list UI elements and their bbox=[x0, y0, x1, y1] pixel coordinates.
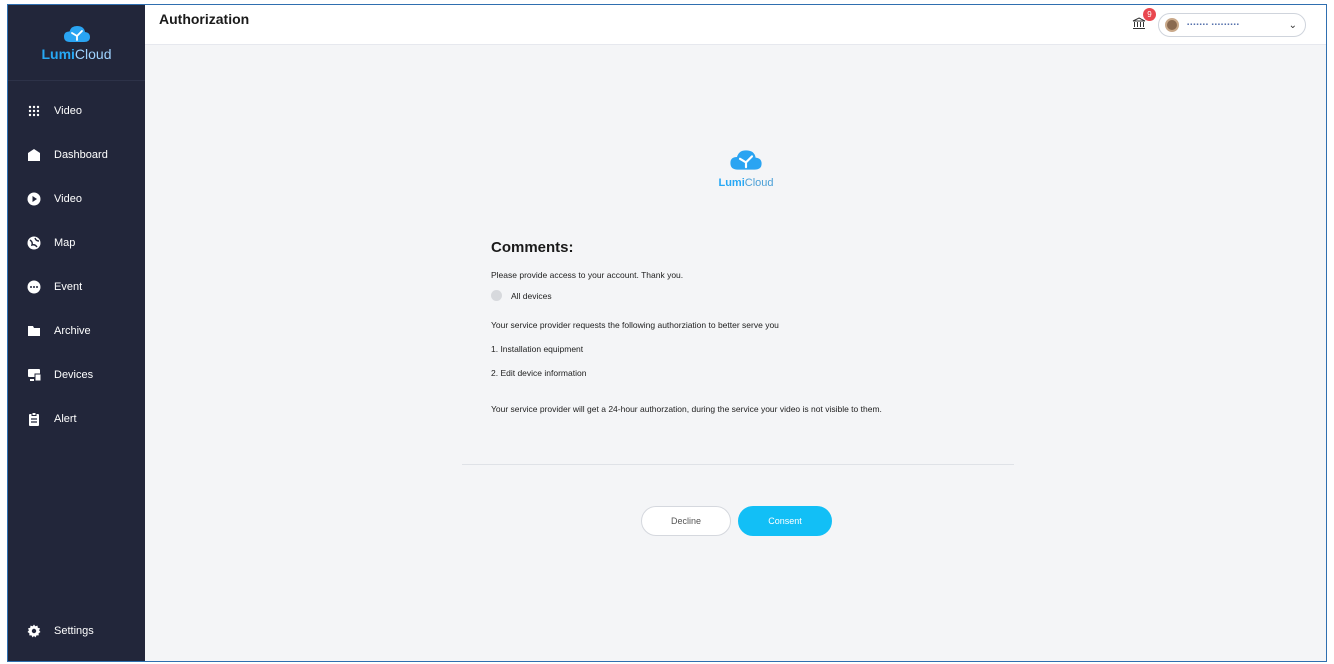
sidebar-item-settings[interactable]: Settings bbox=[8, 609, 145, 653]
sidebar-item-label: Event bbox=[54, 281, 83, 293]
all-devices-radio[interactable] bbox=[491, 290, 502, 301]
sidebar-item-event[interactable]: Event bbox=[8, 265, 145, 309]
brand-name: LumiCloud bbox=[41, 45, 112, 62]
folder-icon bbox=[26, 323, 42, 339]
cloud-logo-icon bbox=[63, 25, 90, 42]
sidebar-item-video-grid[interactable]: Video bbox=[8, 89, 145, 133]
permission-item: 1. Installation equipment bbox=[491, 344, 584, 354]
permission-item: 2. Edit device information bbox=[491, 368, 587, 378]
app-window: LumiCloud Video Dashboard Video Map Even… bbox=[7, 4, 1327, 662]
bank-icon bbox=[1132, 17, 1146, 29]
sidebar-item-label: Archive bbox=[54, 325, 91, 337]
comments-title: Comments: bbox=[491, 239, 574, 256]
consent-button[interactable]: Consent bbox=[738, 506, 832, 536]
sidebar-item-label: Devices bbox=[54, 369, 94, 381]
request-text: Please provide access to your account. T… bbox=[491, 270, 684, 280]
user-menu[interactable]: ▪▪▪▪▪▪▪ ▪▪▪▪▪▪▪▪▪ ⌄ bbox=[1158, 13, 1306, 37]
page-title: Authorization bbox=[159, 11, 250, 27]
brand-name: LumiCloud bbox=[718, 177, 774, 189]
sidebar-bottom: Settings bbox=[8, 609, 145, 653]
gear-icon bbox=[26, 623, 42, 639]
decline-button[interactable]: Decline bbox=[641, 506, 731, 536]
divider bbox=[462, 464, 1014, 465]
notification-button[interactable]: 9 bbox=[1132, 8, 1156, 35]
notification-badge: 9 bbox=[1143, 8, 1156, 21]
sidebar-item-label: Map bbox=[54, 237, 76, 249]
all-devices-label: All devices bbox=[511, 290, 552, 301]
play-icon bbox=[26, 191, 42, 207]
sidebar-item-map[interactable]: Map bbox=[8, 221, 145, 265]
sidebar-item-dashboard[interactable]: Dashboard bbox=[8, 133, 145, 177]
sidebar-item-video[interactable]: Video bbox=[8, 177, 145, 221]
clipboard-icon bbox=[26, 411, 42, 427]
user-name: ▪▪▪▪▪▪▪ ▪▪▪▪▪▪▪▪▪ bbox=[1187, 22, 1240, 28]
provider-request-text: Your service provider requests the follo… bbox=[491, 320, 779, 330]
main-content: LumiCloud Comments: Please provide acces… bbox=[145, 46, 1326, 661]
cloud-logo-icon bbox=[730, 150, 762, 170]
sidebar-item-label: Alert bbox=[54, 413, 77, 425]
sidebar: LumiCloud Video Dashboard Video Map Even… bbox=[8, 5, 145, 661]
sidebar-item-devices[interactable]: Devices bbox=[8, 353, 145, 397]
devices-icon bbox=[26, 367, 42, 383]
grid-icon bbox=[26, 103, 42, 119]
map-icon bbox=[26, 235, 42, 251]
devices-option: All devices bbox=[491, 290, 1051, 301]
authorization-details: Comments: Please provide access to your … bbox=[491, 239, 1051, 428]
sidebar-item-label: Video bbox=[54, 193, 82, 205]
sidebar-item-archive[interactable]: Archive bbox=[8, 309, 145, 353]
sidebar-item-label: Settings bbox=[54, 625, 94, 637]
sidebar-nav: Video Dashboard Video Map Event Archive … bbox=[8, 89, 145, 441]
chat-icon bbox=[26, 279, 42, 295]
sidebar-item-alert[interactable]: Alert bbox=[8, 397, 145, 441]
sidebar-item-label: Dashboard bbox=[54, 149, 108, 161]
brand-logo[interactable]: LumiCloud bbox=[8, 5, 145, 81]
avatar bbox=[1165, 18, 1179, 32]
chevron-down-icon: ⌄ bbox=[1288, 19, 1297, 31]
center-logo: LumiCloud bbox=[701, 148, 791, 189]
authorization-notice: Your service provider will get a 24-hour… bbox=[491, 404, 882, 414]
home-icon bbox=[26, 147, 42, 163]
top-header: Authorization 9 ▪▪▪▪▪▪▪ ▪▪▪▪▪▪▪▪▪ ⌄ bbox=[145, 5, 1326, 45]
sidebar-item-label: Video bbox=[54, 105, 82, 117]
